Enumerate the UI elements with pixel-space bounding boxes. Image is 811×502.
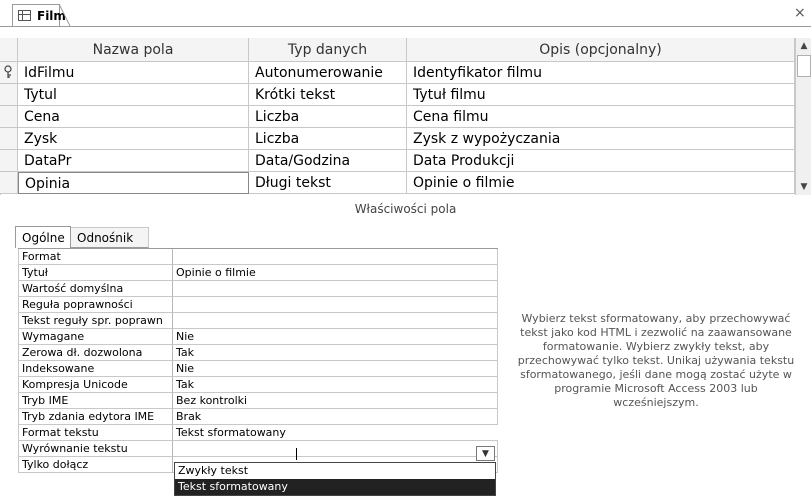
text-caret bbox=[296, 448, 297, 460]
property-row: Wyrównanie tekstu bbox=[18, 441, 498, 457]
row-selector[interactable] bbox=[0, 150, 18, 172]
description-cell[interactable]: Identyfikator filmu bbox=[407, 62, 795, 84]
close-icon[interactable]: × bbox=[794, 5, 806, 21]
property-value[interactable] bbox=[173, 313, 498, 329]
property-label: Tryb zdania edytora IME bbox=[18, 409, 173, 425]
property-label: Tytuł bbox=[18, 265, 173, 281]
property-label: Indeksowane bbox=[18, 361, 173, 377]
property-value[interactable] bbox=[173, 441, 498, 457]
tab-general[interactable]: Ogólne bbox=[15, 226, 71, 248]
data-type-cell[interactable]: Liczba bbox=[249, 106, 407, 128]
row-selector[interactable] bbox=[0, 62, 18, 84]
property-label: Wartość domyślna bbox=[18, 281, 173, 297]
key-icon bbox=[4, 65, 12, 78]
scroll-up-icon[interactable]: ▲ bbox=[796, 38, 811, 54]
property-row: Wymagane Nie bbox=[18, 329, 498, 345]
dropdown-option-rich-text[interactable]: Tekst sformatowany bbox=[175, 479, 495, 495]
field-name-cell[interactable]: Cena bbox=[18, 106, 249, 128]
row-selector[interactable] bbox=[0, 84, 18, 106]
property-sheet: Format Tytuł Opinie o filmie Wartość domyśl… bbox=[18, 248, 498, 496]
field-name-cell[interactable]: Zysk bbox=[18, 128, 249, 150]
property-value[interactable]: Opinie o filmie bbox=[173, 265, 498, 281]
scroll-thumb[interactable] bbox=[797, 55, 811, 77]
field-name-cell[interactable]: Tytul bbox=[18, 84, 249, 106]
tab-film[interactable]: Film bbox=[12, 4, 66, 27]
table-icon bbox=[18, 10, 31, 21]
property-label: Wymagane bbox=[18, 329, 173, 345]
chevron-down-icon[interactable]: ▼ bbox=[476, 446, 495, 461]
property-value[interactable]: Tekst sformatowany bbox=[173, 425, 498, 441]
property-label: Format bbox=[18, 249, 173, 265]
dropdown-option-plain-text[interactable]: Zwykły tekst bbox=[175, 463, 495, 479]
tab-edge bbox=[58, 3, 71, 27]
property-row: Reguła poprawności bbox=[18, 297, 498, 313]
property-label: Tryb IME bbox=[18, 393, 173, 409]
property-value[interactable]: Nie bbox=[173, 329, 498, 345]
header-field-name: Nazwa pola bbox=[18, 38, 249, 62]
data-type-cell[interactable]: Długi tekst bbox=[249, 172, 407, 194]
data-type-cell[interactable]: Autonumerowanie bbox=[249, 62, 407, 84]
header-description: Opis (opcjonalny) bbox=[407, 38, 795, 62]
property-label: Format tekstu bbox=[18, 425, 173, 441]
grid-corner[interactable] bbox=[0, 38, 18, 62]
scroll-down-icon[interactable]: ▼ bbox=[796, 179, 811, 195]
row-selector[interactable] bbox=[0, 128, 18, 150]
property-label: Reguła poprawności bbox=[18, 297, 173, 313]
property-value[interactable] bbox=[173, 297, 498, 313]
text-format-dropdown-list: Zwykły tekst Tekst sformatowany bbox=[174, 462, 496, 496]
property-value[interactable]: Nie bbox=[173, 361, 498, 377]
property-row: Wartość domyślna bbox=[18, 281, 498, 297]
property-value[interactable]: Tak bbox=[173, 345, 498, 361]
field-name-cell[interactable]: Opinia bbox=[18, 172, 249, 194]
property-label: Tylko dołącz bbox=[18, 457, 173, 473]
tab-underline bbox=[0, 26, 811, 27]
property-row: Kompresja Unicode Tak bbox=[18, 377, 498, 393]
property-label: Wyrównanie tekstu bbox=[18, 441, 173, 457]
property-row: Tryb zdania edytora IME Brak bbox=[18, 409, 498, 425]
property-value[interactable]: Bez kontrolki bbox=[173, 393, 498, 409]
document-tab-bar bbox=[0, 0, 811, 26]
data-type-cell[interactable]: Krótki tekst bbox=[249, 84, 407, 106]
property-row: Format bbox=[18, 249, 498, 265]
description-cell[interactable]: Cena filmu bbox=[407, 106, 795, 128]
property-label: Tekst reguły spr. poprawn bbox=[18, 313, 173, 329]
property-row: Tryb IME Bez kontrolki bbox=[18, 393, 498, 409]
help-text: Wybierz tekst sformatowany, aby przechow… bbox=[517, 312, 795, 409]
description-cell[interactable]: Data Produkcji bbox=[407, 150, 795, 172]
property-value[interactable]: Tak bbox=[173, 377, 498, 393]
header-data-type: Typ danych bbox=[249, 38, 407, 62]
description-cell[interactable]: Opinie o filmie bbox=[407, 172, 795, 194]
grid-scrollbar[interactable]: ▲ ▼ bbox=[795, 38, 811, 195]
property-label: Kompresja Unicode bbox=[18, 377, 173, 393]
property-row: Indeksowane Nie bbox=[18, 361, 498, 377]
property-row: Zerowa dł. dozwolona Tak bbox=[18, 345, 498, 361]
data-type-cell[interactable]: Liczba bbox=[249, 128, 407, 150]
description-cell[interactable]: Zysk z wypożyczania bbox=[407, 128, 795, 150]
property-value[interactable]: Brak bbox=[173, 409, 498, 425]
property-row: Tytuł Opinie o filmie bbox=[18, 265, 498, 281]
row-selector[interactable] bbox=[0, 172, 18, 194]
field-properties-title: Właściwości pola bbox=[354, 202, 457, 216]
field-name-cell[interactable]: IdFilmu bbox=[18, 62, 249, 84]
row-selector[interactable] bbox=[0, 106, 18, 128]
tab-lookup[interactable]: Odnośnik bbox=[71, 227, 149, 248]
property-label: Zerowa dł. dozwolona bbox=[18, 345, 173, 361]
property-value[interactable] bbox=[173, 281, 498, 297]
data-type-cell[interactable]: Data/Godzina bbox=[249, 150, 407, 172]
description-cell[interactable]: Tytuł filmu bbox=[407, 84, 795, 106]
property-value[interactable] bbox=[173, 249, 498, 265]
property-row: Tekst reguły spr. poprawn bbox=[18, 313, 498, 329]
field-name-cell[interactable]: DataPr bbox=[18, 150, 249, 172]
property-row: Format tekstu Tekst sformatowany bbox=[18, 425, 498, 441]
